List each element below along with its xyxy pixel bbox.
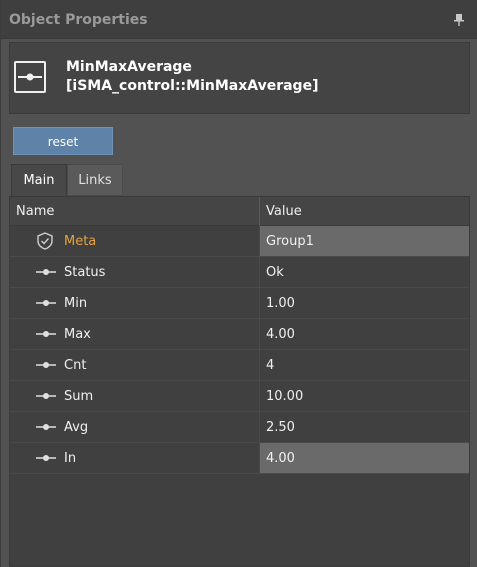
slot-icon <box>36 300 56 306</box>
property-name: In <box>64 451 77 466</box>
tab-main[interactable]: Main <box>11 164 67 196</box>
object-properties-panel: Object Properties MinMaxAverage [iSMA_co… <box>0 0 477 567</box>
value-cell[interactable]: 1.00 <box>259 288 469 318</box>
table-row[interactable]: In 4.00 <box>10 443 469 474</box>
property-value: Ok <box>266 265 284 280</box>
name-cell: In <box>10 443 259 473</box>
reset-button[interactable]: reset <box>13 127 113 155</box>
column-header-name[interactable]: Name <box>16 204 54 219</box>
tab-links[interactable]: Links <box>67 164 123 196</box>
property-name: Status <box>64 265 106 280</box>
value-cell[interactable]: 2.50 <box>259 412 469 442</box>
table-row[interactable]: Min 1.00 <box>10 288 469 319</box>
pin-icon[interactable] <box>454 14 464 26</box>
property-name: Min <box>64 296 88 311</box>
column-separator[interactable] <box>259 197 260 226</box>
slot-icon <box>36 393 56 399</box>
name-cell: Meta <box>10 226 259 256</box>
table-row[interactable]: Cnt 4 <box>10 350 469 381</box>
property-value: 10.00 <box>266 389 304 404</box>
column-header-value[interactable]: Value <box>266 204 302 219</box>
name-cell: Avg <box>10 412 259 442</box>
slot-icon <box>36 269 56 275</box>
panel-titlebar: Object Properties <box>1 0 477 39</box>
name-cell: Sum <box>10 381 259 411</box>
table-row[interactable]: Status Ok <box>10 257 469 288</box>
property-value: 4.00 <box>266 451 295 466</box>
value-cell[interactable]: Ok <box>259 257 469 287</box>
table-row[interactable]: Sum 10.00 <box>10 381 469 412</box>
name-cell: Cnt <box>10 350 259 380</box>
property-value: Group1 <box>266 234 314 249</box>
value-cell[interactable]: 4 <box>259 350 469 380</box>
slot-icon <box>36 331 56 337</box>
shield-icon <box>37 232 53 250</box>
slot-icon <box>36 362 56 368</box>
table-row[interactable]: Avg 2.50 <box>10 412 469 443</box>
name-cell: Min <box>10 288 259 318</box>
object-header: MinMaxAverage [iSMA_control::MinMaxAvera… <box>9 42 470 114</box>
property-name: Meta <box>64 234 97 249</box>
property-name: Max <box>64 327 91 342</box>
grid-header: Name Value <box>10 197 469 226</box>
property-name: Avg <box>64 420 89 435</box>
panel-title: Object Properties <box>9 12 148 28</box>
table-row[interactable]: Max 4.00 <box>10 319 469 350</box>
property-grid: Name Value Meta Group1 Status Ok Min 1.0… <box>9 196 470 567</box>
component-icon <box>14 61 46 93</box>
value-cell[interactable]: 4.00 <box>259 443 469 473</box>
slot-icon <box>36 424 56 430</box>
slot-icon <box>36 455 56 461</box>
name-cell: Status <box>10 257 259 287</box>
property-value: 1.00 <box>266 296 295 311</box>
value-cell[interactable]: Group1 <box>259 226 469 256</box>
table-row[interactable]: Meta Group1 <box>10 226 469 257</box>
property-name: Sum <box>64 389 94 404</box>
property-value: 4.00 <box>266 327 295 342</box>
object-name: MinMaxAverage <box>66 59 192 75</box>
property-value: 4 <box>266 358 275 373</box>
name-cell: Max <box>10 319 259 349</box>
property-name: Cnt <box>64 358 87 373</box>
value-cell[interactable]: 4.00 <box>259 319 469 349</box>
object-type: [iSMA_control::MinMaxAverage] <box>66 78 319 94</box>
value-cell[interactable]: 10.00 <box>259 381 469 411</box>
property-value: 2.50 <box>266 420 295 435</box>
